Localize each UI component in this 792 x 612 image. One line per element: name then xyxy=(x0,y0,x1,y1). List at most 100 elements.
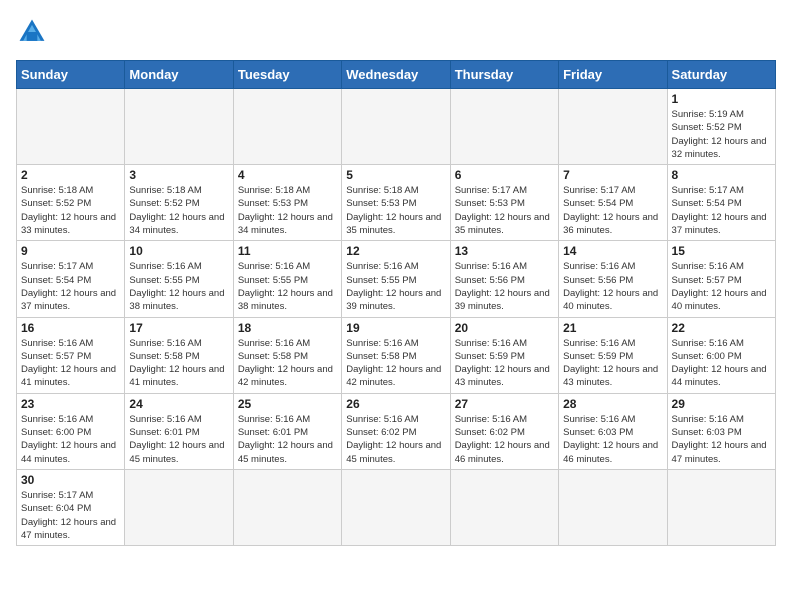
day-info: Sunrise: 5:16 AM Sunset: 6:00 PM Dayligh… xyxy=(672,337,771,390)
calendar-day-cell: 13 Sunrise: 5:16 AM Sunset: 5:56 PM Dayli… xyxy=(450,241,558,317)
calendar-day-cell: 26 Sunrise: 5:16 AM Sunset: 6:02 PM Dayli… xyxy=(342,393,450,469)
day-info: Sunrise: 5:16 AM Sunset: 5:56 PM Dayligh… xyxy=(455,260,554,313)
calendar-day-cell: 1Sunrise: 5:19 AM Sunset: 5:52 PM Daylig… xyxy=(667,89,775,165)
logo-icon xyxy=(16,16,48,48)
day-info: Sunrise: 5:17 AM Sunset: 5:54 PM Dayligh… xyxy=(563,184,662,237)
day-info: Sunrise: 5:16 AM Sunset: 5:57 PM Dayligh… xyxy=(672,260,771,313)
calendar-week-row: 1Sunrise: 5:19 AM Sunset: 5:52 PM Daylig… xyxy=(17,89,776,165)
day-info: Sunrise: 5:16 AM Sunset: 6:00 PM Dayligh… xyxy=(21,413,120,466)
day-number: 22 xyxy=(672,321,771,335)
calendar-day-cell: 15 Sunrise: 5:16 AM Sunset: 5:57 PM Dayli… xyxy=(667,241,775,317)
day-number: 21 xyxy=(563,321,662,335)
page-header xyxy=(16,16,776,48)
calendar-day-cell xyxy=(342,469,450,545)
day-number: 24 xyxy=(129,397,228,411)
day-number: 10 xyxy=(129,244,228,258)
calendar-day-cell xyxy=(233,89,341,165)
calendar-day-cell: 18 Sunrise: 5:16 AM Sunset: 5:58 PM Dayli… xyxy=(233,317,341,393)
day-number: 27 xyxy=(455,397,554,411)
day-number: 5 xyxy=(346,168,445,182)
calendar-day-header: Thursday xyxy=(450,61,558,89)
day-number: 13 xyxy=(455,244,554,258)
day-info: Sunrise: 5:16 AM Sunset: 5:58 PM Dayligh… xyxy=(129,337,228,390)
calendar-day-cell: 19Sunrise: 5:16 AM Sunset: 5:58 PM Dayli… xyxy=(342,317,450,393)
day-info: Sunrise: 5:18 AM Sunset: 5:53 PM Dayligh… xyxy=(346,184,445,237)
calendar-day-cell: 2Sunrise: 5:18 AM Sunset: 5:52 PM Daylig… xyxy=(17,165,125,241)
calendar-day-header: Sunday xyxy=(17,61,125,89)
day-number: 17 xyxy=(129,321,228,335)
calendar-day-cell: 9 Sunrise: 5:17 AM Sunset: 5:54 PM Daylig… xyxy=(17,241,125,317)
day-number: 6 xyxy=(455,168,554,182)
calendar-day-cell xyxy=(125,469,233,545)
day-info: Sunrise: 5:17 AM Sunset: 5:54 PM Dayligh… xyxy=(21,260,120,313)
day-info: Sunrise: 5:16 AM Sunset: 6:01 PM Dayligh… xyxy=(129,413,228,466)
calendar-day-cell: 14Sunrise: 5:16 AM Sunset: 5:56 PM Dayli… xyxy=(559,241,667,317)
calendar-day-cell: 28Sunrise: 5:16 AM Sunset: 6:03 PM Dayli… xyxy=(559,393,667,469)
calendar-day-header: Wednesday xyxy=(342,61,450,89)
day-number: 19 xyxy=(346,321,445,335)
calendar-day-cell: 16 Sunrise: 5:16 AM Sunset: 5:57 PM Dayli… xyxy=(17,317,125,393)
calendar-header-row: SundayMondayTuesdayWednesdayThursdayFrid… xyxy=(17,61,776,89)
day-info: Sunrise: 5:17 AM Sunset: 5:53 PM Dayligh… xyxy=(455,184,554,237)
day-number: 30 xyxy=(21,473,120,487)
calendar-day-cell xyxy=(450,89,558,165)
day-number: 20 xyxy=(455,321,554,335)
calendar-day-cell: 25 Sunrise: 5:16 AM Sunset: 6:01 PM Dayli… xyxy=(233,393,341,469)
calendar-day-cell: 3 Sunrise: 5:18 AM Sunset: 5:52 PM Daylig… xyxy=(125,165,233,241)
calendar-day-cell: 30 Sunrise: 5:17 AM Sunset: 6:04 PM Dayli… xyxy=(17,469,125,545)
logo xyxy=(16,16,52,48)
day-info: Sunrise: 5:16 AM Sunset: 5:55 PM Dayligh… xyxy=(346,260,445,313)
day-number: 29 xyxy=(672,397,771,411)
calendar-day-cell xyxy=(450,469,558,545)
calendar-week-row: 16 Sunrise: 5:16 AM Sunset: 5:57 PM Dayli… xyxy=(17,317,776,393)
calendar-day-cell: 21 Sunrise: 5:16 AM Sunset: 5:59 PM Dayli… xyxy=(559,317,667,393)
calendar-week-row: 23Sunrise: 5:16 AM Sunset: 6:00 PM Dayli… xyxy=(17,393,776,469)
calendar-day-header: Saturday xyxy=(667,61,775,89)
day-info: Sunrise: 5:16 AM Sunset: 6:02 PM Dayligh… xyxy=(455,413,554,466)
day-info: Sunrise: 5:16 AM Sunset: 5:59 PM Dayligh… xyxy=(563,337,662,390)
day-number: 2 xyxy=(21,168,120,182)
calendar-day-header: Monday xyxy=(125,61,233,89)
day-info: Sunrise: 5:16 AM Sunset: 5:56 PM Dayligh… xyxy=(563,260,662,313)
calendar-day-cell: 17 Sunrise: 5:16 AM Sunset: 5:58 PM Dayli… xyxy=(125,317,233,393)
calendar-day-cell: 24 Sunrise: 5:16 AM Sunset: 6:01 PM Dayli… xyxy=(125,393,233,469)
day-number: 11 xyxy=(238,244,337,258)
day-number: 28 xyxy=(563,397,662,411)
day-info: Sunrise: 5:16 AM Sunset: 6:02 PM Dayligh… xyxy=(346,413,445,466)
calendar-day-header: Friday xyxy=(559,61,667,89)
calendar-day-cell: 11Sunrise: 5:16 AM Sunset: 5:55 PM Dayli… xyxy=(233,241,341,317)
day-number: 4 xyxy=(238,168,337,182)
calendar-week-row: 9 Sunrise: 5:17 AM Sunset: 5:54 PM Daylig… xyxy=(17,241,776,317)
calendar-week-row: 2 Sunrise: 5:18 AM Sunset: 5:52 PM Daylig… xyxy=(17,165,776,241)
calendar-day-cell: 12 Sunrise: 5:16 AM Sunset: 5:55 PM Dayli… xyxy=(342,241,450,317)
day-info: Sunrise: 5:16 AM Sunset: 5:57 PM Dayligh… xyxy=(21,337,120,390)
day-number: 12 xyxy=(346,244,445,258)
calendar-day-cell: 23Sunrise: 5:16 AM Sunset: 6:00 PM Dayli… xyxy=(17,393,125,469)
calendar-day-cell: 10 Sunrise: 5:16 AM Sunset: 5:55 PM Dayli… xyxy=(125,241,233,317)
calendar-day-cell: 7 Sunrise: 5:17 AM Sunset: 5:54 PM Daylig… xyxy=(559,165,667,241)
day-number: 7 xyxy=(563,168,662,182)
calendar-day-cell xyxy=(559,89,667,165)
day-number: 15 xyxy=(672,244,771,258)
calendar-day-cell: 29Sunrise: 5:16 AM Sunset: 6:03 PM Dayli… xyxy=(667,393,775,469)
day-number: 9 xyxy=(21,244,120,258)
calendar-day-cell: 20 Sunrise: 5:16 AM Sunset: 5:59 PM Dayli… xyxy=(450,317,558,393)
day-info: Sunrise: 5:16 AM Sunset: 5:58 PM Dayligh… xyxy=(238,337,337,390)
calendar-day-cell: 6 Sunrise: 5:17 AM Sunset: 5:53 PM Daylig… xyxy=(450,165,558,241)
day-info: Sunrise: 5:18 AM Sunset: 5:53 PM Dayligh… xyxy=(238,184,337,237)
day-info: Sunrise: 5:16 AM Sunset: 5:59 PM Dayligh… xyxy=(455,337,554,390)
day-info: Sunrise: 5:16 AM Sunset: 6:01 PM Dayligh… xyxy=(238,413,337,466)
day-number: 25 xyxy=(238,397,337,411)
day-info: Sunrise: 5:18 AM Sunset: 5:52 PM Dayligh… xyxy=(129,184,228,237)
day-info: Sunrise: 5:17 AM Sunset: 6:04 PM Dayligh… xyxy=(21,489,120,542)
calendar-day-cell: 4 Sunrise: 5:18 AM Sunset: 5:53 PM Daylig… xyxy=(233,165,341,241)
day-number: 1 xyxy=(672,92,771,106)
day-number: 26 xyxy=(346,397,445,411)
calendar-day-cell xyxy=(667,469,775,545)
day-number: 3 xyxy=(129,168,228,182)
calendar-day-cell: 22 Sunrise: 5:16 AM Sunset: 6:00 PM Dayli… xyxy=(667,317,775,393)
day-number: 8 xyxy=(672,168,771,182)
day-info: Sunrise: 5:16 AM Sunset: 5:55 PM Dayligh… xyxy=(129,260,228,313)
day-number: 18 xyxy=(238,321,337,335)
day-number: 16 xyxy=(21,321,120,335)
